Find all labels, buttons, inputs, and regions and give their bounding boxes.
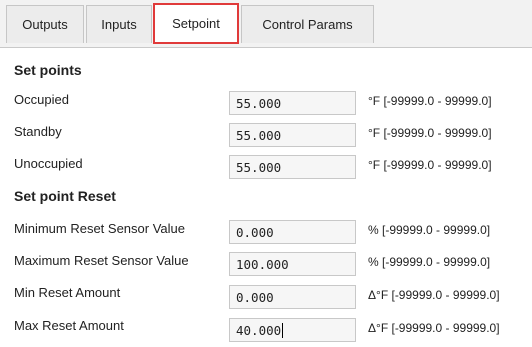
tab-setpoint[interactable]: Setpoint <box>153 3 239 44</box>
tab-control-params-label: Control Params <box>262 17 353 32</box>
unoccupied-value: 55.000 <box>236 160 282 175</box>
standby-label: Standby <box>14 124 62 139</box>
occupied-label: Occupied <box>14 92 69 107</box>
min-reset-amount-label: Min Reset Amount <box>14 285 121 300</box>
tab-outputs[interactable]: Outputs <box>6 5 84 43</box>
max-reset-amount-range: Δ°F [-99999.0 - 99999.0] <box>368 321 500 335</box>
unoccupied-label: Unoccupied <box>14 156 83 171</box>
max-reset-amount-label: Max Reset Amount <box>14 318 124 333</box>
min-reset-sensor-label: Minimum Reset Sensor Value <box>14 221 185 236</box>
min-reset-sensor-value: 0.000 <box>236 225 274 240</box>
min-reset-amount-field[interactable]: 0.000 <box>229 285 356 309</box>
max-reset-sensor-value: 100.000 <box>236 257 289 272</box>
occupied-value: 55.000 <box>236 96 282 111</box>
max-reset-sensor-range: % [-99999.0 - 99999.0] <box>368 255 491 269</box>
tab-bar: Outputs Inputs Setpoint Control Params <box>0 0 532 48</box>
max-reset-sensor-field[interactable]: 100.000 <box>229 252 356 276</box>
standby-range: °F [-99999.0 - 99999.0] <box>368 126 492 140</box>
unoccupied-range: °F [-99999.0 - 99999.0] <box>368 158 492 172</box>
section-title-set-point-reset: Set point Reset <box>14 188 116 204</box>
section-title-set-points: Set points <box>14 62 82 78</box>
tab-control-params[interactable]: Control Params <box>241 5 374 43</box>
tab-inputs-label: Inputs <box>101 17 137 32</box>
text-cursor <box>282 323 284 338</box>
min-reset-sensor-range: % [-99999.0 - 99999.0] <box>368 223 491 237</box>
max-reset-amount-value: 40.000 <box>236 323 282 338</box>
occupied-range: °F [-99999.0 - 99999.0] <box>368 94 492 108</box>
tab-setpoint-label: Setpoint <box>172 16 220 31</box>
max-reset-amount-field[interactable]: 40.000 <box>229 318 356 342</box>
min-reset-amount-value: 0.000 <box>236 290 274 305</box>
min-reset-sensor-field[interactable]: 0.000 <box>229 220 356 244</box>
standby-field[interactable]: 55.000 <box>229 123 356 147</box>
max-reset-sensor-label: Maximum Reset Sensor Value <box>14 253 189 268</box>
min-reset-amount-range: Δ°F [-99999.0 - 99999.0] <box>368 288 500 302</box>
standby-value: 55.000 <box>236 128 282 143</box>
occupied-field[interactable]: 55.000 <box>229 91 356 115</box>
tab-inputs[interactable]: Inputs <box>86 5 152 43</box>
tab-outputs-label: Outputs <box>22 17 68 32</box>
unoccupied-field[interactable]: 55.000 <box>229 155 356 179</box>
